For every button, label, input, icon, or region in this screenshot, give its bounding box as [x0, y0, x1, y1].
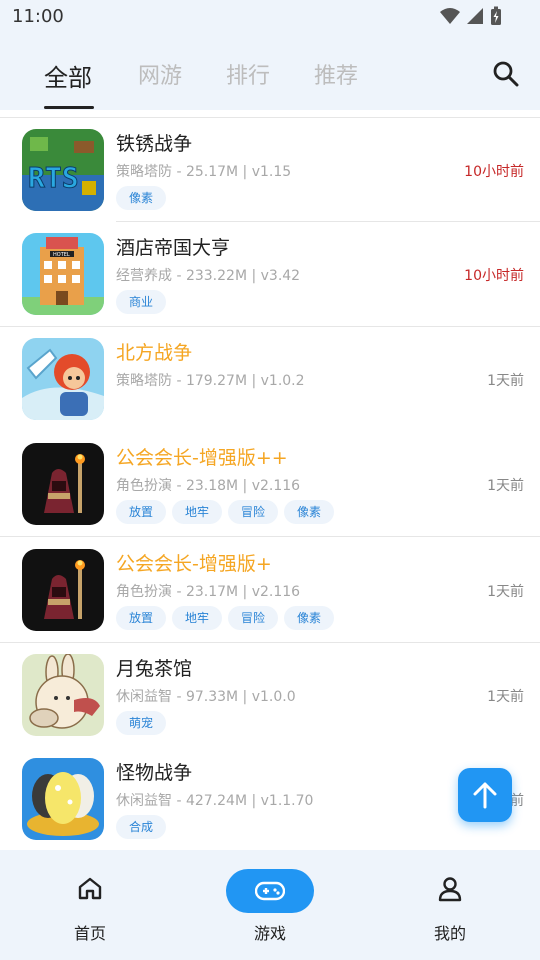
nav-games[interactable]: 游戏 — [210, 850, 330, 960]
tag-list: 合成 — [116, 815, 167, 839]
tag[interactable]: 冒险 — [228, 500, 279, 524]
game-icon-northern-war — [22, 338, 104, 420]
update-time: 10小时前 — [464, 268, 524, 284]
update-time: 10小时前 — [464, 164, 524, 180]
game-item-guild-master-pp[interactable]: 公会会长-增强版++ 角色扮演 - 23.18M | v2.116 1天前 放置… — [0, 443, 540, 547]
tag-list: 像素 — [116, 186, 167, 210]
game-icon-monster-war — [22, 758, 104, 840]
game-name: 北方战争 — [116, 342, 193, 364]
game-meta: 休闲益智 - 97.33M | v1.0.0 — [116, 689, 296, 705]
tag-list: 萌宠 — [116, 711, 167, 735]
tag[interactable]: 商业 — [116, 290, 167, 314]
tag[interactable]: 像素 — [284, 606, 335, 630]
game-meta: 角色扮演 - 23.18M | v2.116 — [116, 478, 301, 494]
update-time: 1天前 — [487, 373, 524, 389]
game-item-northern-war[interactable]: 北方战争 策略塔防 - 179.27M | v1.0.2 1天前 — [0, 338, 540, 442]
game-name: 怪物战争 — [116, 762, 193, 784]
status-icons — [440, 6, 502, 26]
tag[interactable]: 萌宠 — [116, 711, 167, 735]
game-meta: 角色扮演 - 23.17M | v2.116 — [116, 584, 301, 600]
nav-label: 我的 — [433, 924, 466, 943]
status-bar: 11:00 — [0, 0, 540, 36]
game-meta: 经营养成 - 233.22M | v3.42 — [116, 268, 301, 284]
game-name: 公会会长-增强版++ — [116, 447, 288, 469]
category-tabs: 全部 网游 排行 推荐 — [0, 50, 540, 110]
game-meta: 策略塔防 - 179.27M | v1.0.2 — [116, 373, 305, 389]
tag-list: 放置 地牢 冒险 像素 — [116, 606, 335, 630]
update-time: 1天前 — [487, 689, 524, 705]
tab-ranking[interactable]: 排行 — [226, 58, 270, 90]
update-time: 1天前 — [487, 584, 524, 600]
top-bar: 11:00 全部 网游 排行 推荐 — [0, 0, 540, 110]
game-item-guild-master-p[interactable]: 公会会长-增强版+ 角色扮演 - 23.17M | v2.116 1天前 放置 … — [0, 549, 540, 653]
game-meta: 策略塔防 - 25.17M | v1.15 — [116, 164, 292, 180]
tag[interactable]: 合成 — [116, 815, 167, 839]
search-icon[interactable] — [492, 60, 520, 88]
tag[interactable]: 像素 — [116, 186, 167, 210]
tag[interactable]: 像素 — [284, 500, 335, 524]
wifi-icon — [440, 8, 460, 24]
nav-label: 游戏 — [253, 924, 286, 943]
scroll-to-top-button[interactable] — [458, 768, 512, 822]
nav-profile[interactable]: 我的 — [390, 850, 510, 960]
tag-list: 商业 — [116, 290, 167, 314]
game-icon-rusted-warfare: RTS — [22, 129, 104, 211]
battery-icon — [491, 6, 501, 25]
signal-icon — [467, 8, 483, 24]
active-tab-indicator — [44, 106, 94, 109]
nav-active-pill — [226, 869, 314, 913]
nav-home[interactable]: 首页 — [30, 850, 150, 960]
game-name: 铁锈战争 — [116, 133, 193, 155]
tag[interactable]: 冒险 — [228, 606, 279, 630]
tag[interactable]: 地牢 — [172, 500, 223, 524]
game-name: 酒店帝国大亨 — [116, 237, 231, 259]
game-icon-guild-master — [22, 549, 104, 631]
game-list: RTS 铁锈战争 策略塔防 - 25.17M | v1.15 10小时前 像素 … — [0, 110, 540, 850]
divider — [0, 326, 540, 327]
tag[interactable]: 地牢 — [172, 606, 223, 630]
bottom-nav: 首页 游戏 我的 — [0, 850, 540, 960]
svg-text:HOTEL: HOTEL — [53, 252, 70, 258]
game-icon-guild-master — [22, 443, 104, 525]
tab-recommended[interactable]: 推荐 — [314, 58, 358, 90]
divider — [0, 642, 540, 643]
nav-label: 首页 — [73, 924, 106, 943]
game-icon-moon-rabbit — [22, 654, 104, 736]
divider — [116, 221, 540, 222]
divider — [0, 536, 540, 537]
tag[interactable]: 放置 — [116, 500, 167, 524]
home-icon — [78, 877, 102, 900]
svg-text:RTS: RTS — [28, 161, 79, 194]
tab-all[interactable]: 全部 — [44, 58, 92, 93]
update-time: 1天前 — [487, 478, 524, 494]
gamepad-icon — [255, 881, 285, 901]
game-name: 公会会长-增强版+ — [116, 553, 272, 575]
game-icon-hotel-empire: HOTEL — [22, 233, 104, 315]
arrow-up-icon — [473, 782, 497, 809]
divider — [0, 117, 540, 118]
game-item-rusted-warfare[interactable]: RTS 铁锈战争 策略塔防 - 25.17M | v1.15 10小时前 像素 — [0, 129, 540, 233]
game-item-moon-rabbit-teahouse[interactable]: 月兔茶馆 休闲益智 - 97.33M | v1.0.0 1天前 萌宠 — [0, 654, 540, 758]
game-meta: 休闲益智 - 427.24M | v1.1.70 — [116, 793, 314, 809]
person-icon — [438, 877, 462, 902]
game-item-hotel-empire[interactable]: HOTEL 酒店帝国大亨 经营养成 - 233.22M | v3.42 10小时… — [0, 233, 540, 337]
tab-online[interactable]: 网游 — [138, 58, 182, 90]
status-time: 11:00 — [12, 6, 64, 27]
tag-list: 放置 地牢 冒险 像素 — [116, 500, 335, 524]
tag[interactable]: 放置 — [116, 606, 167, 630]
game-name: 月兔茶馆 — [116, 658, 193, 680]
